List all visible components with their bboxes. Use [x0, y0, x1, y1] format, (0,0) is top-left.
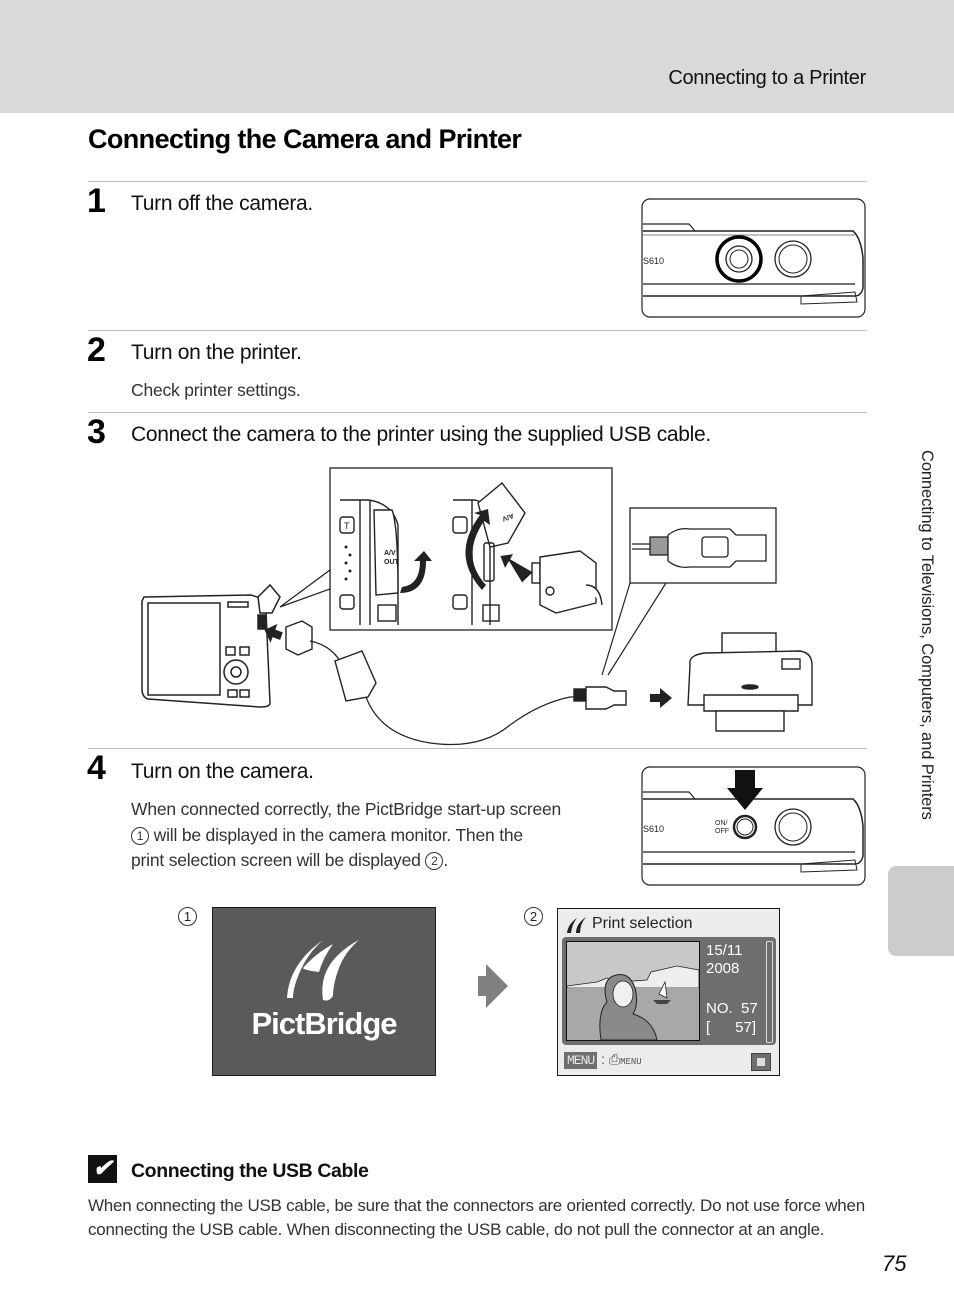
photo-thumbnail — [566, 941, 700, 1041]
print-selection-screen: Print selection 15/11 2008 NO. 57 [ 57] … — [557, 908, 780, 1076]
section-title: Connecting to a Printer — [668, 67, 866, 89]
step-body-line: When connected correctly, the PictBridge… — [131, 799, 562, 819]
step-body: When connected correctly, the PictBridge… — [131, 797, 611, 874]
zoom-t-label: T — [344, 521, 350, 531]
photo-number: NO. 57 — [706, 1000, 758, 1017]
screen-ref-1: 1 — [131, 826, 149, 845]
svg-text:A/V: A/V — [384, 550, 396, 557]
note-body: When connecting the USB cable, be sure t… — [88, 1196, 865, 1239]
svg-text:OFF: OFF — [715, 828, 729, 835]
step-number: 1 — [87, 182, 106, 220]
photo-total: [ 57] — [706, 1019, 757, 1036]
svg-text:OUT: OUT — [384, 559, 400, 566]
divider — [88, 412, 867, 413]
divider — [88, 748, 867, 749]
thumbnail-view-icon — [751, 1053, 771, 1071]
usb-mini-plug — [531, 550, 603, 614]
header-band — [0, 0, 954, 113]
pictbridge-small-icon — [567, 917, 586, 933]
usb-connection-diagram: T A/V OUT A/V — [141, 467, 813, 746]
image-panel: 15/11 2008 NO. 57 [ 57] — [562, 937, 776, 1045]
page-title: Connecting the Camera and Printer — [88, 124, 522, 154]
printer — [687, 632, 813, 732]
divider — [88, 181, 867, 182]
step-body-line: print selection screen will be displayed… — [131, 850, 448, 870]
plug-arrow-icon — [650, 688, 672, 708]
svg-text:S610: S610 — [643, 824, 664, 834]
menu-hint: MENU : ⎙MENU — [564, 1051, 642, 1069]
screen-title: Print selection — [592, 915, 693, 932]
photo-date-day: 15/11 — [706, 942, 743, 959]
screen-1-marker: 1 — [178, 907, 197, 926]
step-title: Turn on the camera. — [131, 760, 314, 783]
next-arrow-icon — [478, 964, 508, 1008]
pictbridge-logo-icon — [287, 940, 359, 1001]
camera-top-on-figure: S610 ON/ OFF — [641, 766, 866, 886]
step-body-line: 1 will be displayed in the camera monito… — [131, 823, 611, 849]
camera-back — [141, 583, 281, 708]
step-number: 4 — [87, 749, 106, 787]
screen-2-marker: 2 — [524, 907, 543, 926]
menu-button-icon: MENU — [564, 1052, 598, 1069]
pictbridge-startup-screen: PictBridge — [212, 907, 436, 1076]
check-icon: ✔ — [88, 1155, 117, 1183]
svg-text:ON/: ON/ — [715, 820, 728, 827]
photo-date-year: 2008 — [706, 960, 740, 977]
step-title: Turn off the camera. — [131, 192, 313, 215]
step-body: Check printer settings. — [131, 380, 301, 400]
page-number: 75 — [882, 1251, 907, 1276]
usb-cable — [285, 620, 627, 746]
chapter-tab-label: Connecting to Televisions, Computers, an… — [918, 450, 936, 820]
print-icon: ⎙ — [608, 1051, 621, 1067]
chapter-tab[interactable] — [888, 866, 954, 956]
screen-ref-2: 2 — [425, 852, 444, 870]
divider — [88, 330, 867, 331]
step-title: Connect the camera to the printer using … — [131, 423, 711, 446]
note-title: Connecting the USB Cable — [131, 1160, 369, 1182]
scrollbar[interactable] — [766, 941, 773, 1043]
pictbridge-logo-text: PictBridge — [251, 1006, 397, 1041]
model-label: S610 — [643, 256, 664, 266]
camera-top-off-figure: S610 — [641, 198, 866, 318]
step-number: 3 — [87, 413, 106, 451]
step-number: 2 — [87, 331, 106, 369]
step-title: Turn on the printer. — [131, 341, 302, 364]
